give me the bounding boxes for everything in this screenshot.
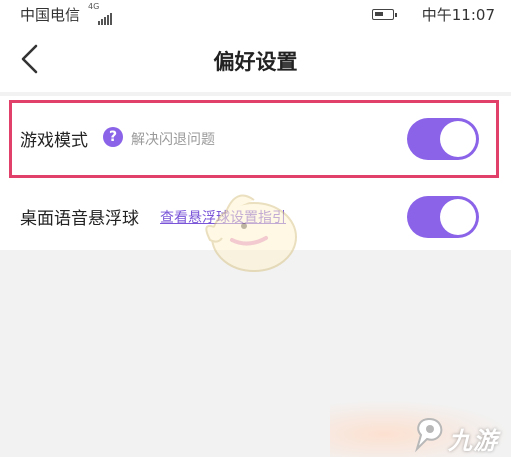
clock: 中午11:07 xyxy=(421,6,495,24)
page-title: 偏好设置 xyxy=(213,50,298,74)
settings-list: 游戏模式 ? 解决闪退问题 桌面语音悬浮球 查看悬浮球设置指引 xyxy=(0,96,511,250)
setting-row-game-mode: 游戏模式 ? 解决闪退问题 xyxy=(0,98,511,172)
header: 偏好设置 xyxy=(0,28,511,92)
setting-row-floating-ball: 桌面语音悬浮球 查看悬浮球设置指引 xyxy=(0,176,511,250)
setting-label-floating-ball: 桌面语音悬浮球 xyxy=(20,209,139,229)
brand-watermark: 九游 xyxy=(448,427,498,455)
floating-ball-guide-link[interactable]: 查看悬浮球设置指引 xyxy=(160,207,286,227)
question-icon[interactable]: ? xyxy=(103,127,123,147)
setting-hint: 解决闪退问题 xyxy=(131,132,215,148)
floating-ball-toggle[interactable] xyxy=(407,196,479,238)
carrier-name: 中国电信 xyxy=(20,6,81,24)
brand-logo-icon xyxy=(414,417,443,453)
game-mode-toggle[interactable] xyxy=(407,118,479,160)
battery-icon xyxy=(372,9,397,20)
toggle-knob xyxy=(440,199,476,235)
setting-label-game-mode: 游戏模式 xyxy=(20,131,88,151)
signal-icon xyxy=(98,6,113,25)
status-bar: 中国电信 4G 中午11:07 xyxy=(0,0,511,28)
toggle-knob xyxy=(440,121,476,157)
